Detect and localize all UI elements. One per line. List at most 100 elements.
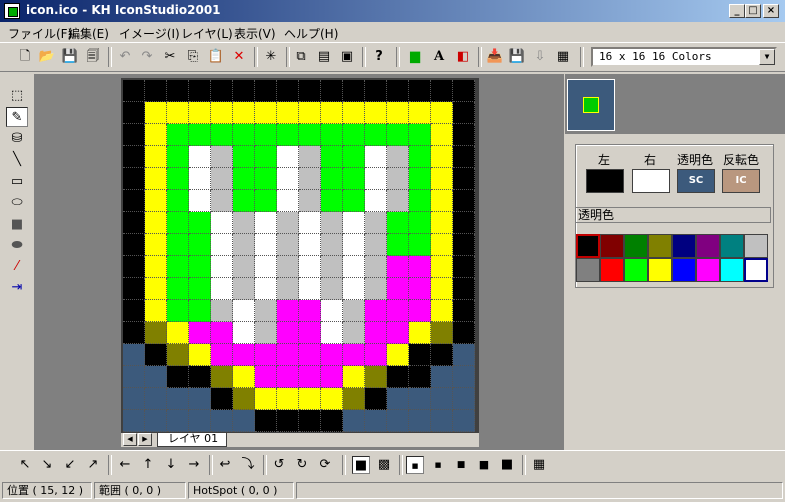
canvas-pixel[interactable] xyxy=(431,80,453,102)
palette-swatch[interactable] xyxy=(744,234,768,258)
pen-size-1-icon[interactable]: ■ xyxy=(406,456,424,474)
canvas-pixel[interactable] xyxy=(409,168,431,190)
pen-size-3-icon[interactable]: ■ xyxy=(452,456,470,474)
import-icon[interactable]: 📥 xyxy=(486,48,504,66)
draw-mode-solid-icon[interactable]: ■ xyxy=(352,456,370,474)
canvas-pixel[interactable] xyxy=(343,102,365,124)
canvas-pixel[interactable] xyxy=(233,102,255,124)
canvas-pixel[interactable] xyxy=(211,146,233,168)
canvas-pixel[interactable] xyxy=(299,102,321,124)
canvas-pixel[interactable] xyxy=(431,366,453,388)
canvas-pixel[interactable] xyxy=(365,146,387,168)
canvas-pixel[interactable] xyxy=(211,388,233,410)
canvas-pixel[interactable] xyxy=(255,80,277,102)
canvas-pixel[interactable] xyxy=(321,146,343,168)
canvas-pixel[interactable] xyxy=(167,388,189,410)
chevron-down-icon[interactable]: ▼ xyxy=(759,49,775,65)
right-color-swatch[interactable] xyxy=(632,169,670,193)
canvas-pixel[interactable] xyxy=(233,388,255,410)
text-tool-icon[interactable]: A xyxy=(430,48,448,66)
canvas-pixel[interactable] xyxy=(453,322,475,344)
canvas-pixel[interactable] xyxy=(299,366,321,388)
canvas-pixel[interactable] xyxy=(387,190,409,212)
canvas-pixel[interactable] xyxy=(123,190,145,212)
canvas-pixel[interactable] xyxy=(211,256,233,278)
canvas-pixel[interactable] xyxy=(255,410,277,432)
pen-size-4-icon[interactable]: ■ xyxy=(475,456,493,474)
canvas-pixel[interactable] xyxy=(123,322,145,344)
canvas-pixel[interactable] xyxy=(453,234,475,256)
canvas-pixel[interactable] xyxy=(387,366,409,388)
canvas-pixel[interactable] xyxy=(255,124,277,146)
pencil-icon[interactable]: ✎ xyxy=(6,107,28,127)
canvas-pixel[interactable] xyxy=(387,410,409,432)
canvas-pixel[interactable] xyxy=(145,300,167,322)
shift-down-left-icon[interactable]: ↙ xyxy=(61,456,79,474)
canvas-pixel[interactable] xyxy=(409,388,431,410)
left-color-swatch[interactable] xyxy=(586,169,624,193)
canvas-pixel[interactable] xyxy=(299,212,321,234)
palette-swatch[interactable] xyxy=(600,258,624,282)
canvas-pixel[interactable] xyxy=(409,234,431,256)
canvas-pixel[interactable] xyxy=(453,300,475,322)
menu-layer[interactable]: レイヤ(L) xyxy=(181,25,233,42)
fill-bucket-icon[interactable]: ⛁ xyxy=(6,129,28,149)
canvas-pixel[interactable] xyxy=(299,344,321,366)
canvas-pixel[interactable] xyxy=(299,146,321,168)
canvas-pixel[interactable] xyxy=(189,212,211,234)
canvas-pixel[interactable] xyxy=(321,344,343,366)
palette-swatch[interactable] xyxy=(696,234,720,258)
app-icon[interactable] xyxy=(4,3,20,19)
canvas-pixel[interactable] xyxy=(189,102,211,124)
canvas-pixel[interactable] xyxy=(431,278,453,300)
canvas-pixel[interactable] xyxy=(453,256,475,278)
canvas-pixel[interactable] xyxy=(299,124,321,146)
canvas-pixel[interactable] xyxy=(255,234,277,256)
canvas-pixel[interactable] xyxy=(189,146,211,168)
menu-help[interactable]: ヘルプ(H) xyxy=(284,25,338,42)
canvas-pixel[interactable] xyxy=(409,278,431,300)
palette-swatch[interactable] xyxy=(720,258,744,282)
palette-swatch[interactable] xyxy=(576,234,600,258)
canvas-pixel[interactable] xyxy=(277,278,299,300)
canvas-pixel[interactable] xyxy=(321,278,343,300)
canvas-pixel[interactable] xyxy=(453,344,475,366)
rectangle-icon[interactable]: ▭ xyxy=(6,172,28,192)
canvas-pixel[interactable] xyxy=(343,366,365,388)
canvas-pixel[interactable] xyxy=(233,124,255,146)
canvas-pixel[interactable] xyxy=(321,410,343,432)
canvas-pixel[interactable] xyxy=(211,366,233,388)
canvas-pixel[interactable] xyxy=(167,410,189,432)
canvas-pixel[interactable] xyxy=(277,168,299,190)
canvas-pixel[interactable] xyxy=(189,278,211,300)
canvas-pixel[interactable] xyxy=(431,300,453,322)
menu-image[interactable]: イメージ(I) xyxy=(119,25,180,42)
canvas-pixel[interactable] xyxy=(189,234,211,256)
canvas-pixel[interactable] xyxy=(409,410,431,432)
monitor-icon[interactable]: ▆ xyxy=(406,48,424,66)
canvas-pixel[interactable] xyxy=(299,190,321,212)
palette-swatch[interactable] xyxy=(744,258,768,282)
filled-ellipse-icon[interactable]: ⬬ xyxy=(6,236,28,256)
canvas-pixel[interactable] xyxy=(233,366,255,388)
canvas-pixel[interactable] xyxy=(343,146,365,168)
canvas-pixel[interactable] xyxy=(145,278,167,300)
canvas-pixel[interactable] xyxy=(189,300,211,322)
canvas-pixel[interactable] xyxy=(343,278,365,300)
canvas-pixel[interactable] xyxy=(277,234,299,256)
canvas-pixel[interactable] xyxy=(409,322,431,344)
canvas-pixel[interactable] xyxy=(453,366,475,388)
canvas-pixel[interactable] xyxy=(255,278,277,300)
canvas-pixel[interactable] xyxy=(453,190,475,212)
canvas-pixel[interactable] xyxy=(233,300,255,322)
canvas-pixel[interactable] xyxy=(145,212,167,234)
canvas-pixel[interactable] xyxy=(233,256,255,278)
canvas-pixel[interactable] xyxy=(145,344,167,366)
redo-icon[interactable]: ↷ xyxy=(138,48,156,66)
canvas-pixel[interactable] xyxy=(255,322,277,344)
color-replace-icon[interactable]: ⇥ xyxy=(6,278,28,298)
palette-swatch[interactable] xyxy=(624,234,648,258)
canvas-pixel[interactable] xyxy=(233,234,255,256)
color-mode-select[interactable]: 16 x 16 16 Colors ▼ xyxy=(591,47,777,67)
canvas-pixel[interactable] xyxy=(431,146,453,168)
